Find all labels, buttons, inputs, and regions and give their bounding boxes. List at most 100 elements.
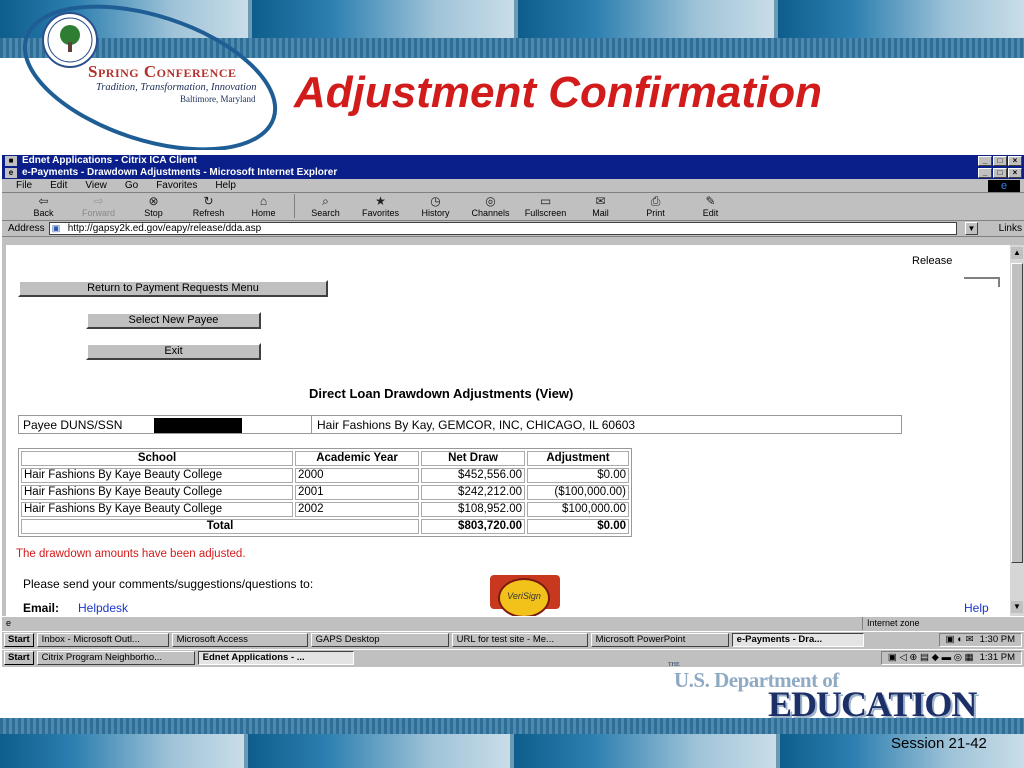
help-link[interactable]: Help	[964, 601, 989, 615]
back-button[interactable]: ⇦ Back	[16, 194, 71, 220]
refresh-icon: ↻	[203, 194, 214, 208]
status-page-icon: e	[6, 618, 12, 628]
tray-icons: ▣ ◁ ⊕ ▤ ◆ ▬ ◎ ▦	[887, 652, 974, 663]
adjustment-cell: $100,000.00	[527, 502, 629, 517]
table-row: Hair Fashions By Kaye Beauty College 200…	[21, 468, 629, 483]
close-button[interactable]: ×	[1008, 156, 1022, 166]
ie-throbber-icon: e	[988, 180, 1020, 192]
year-cell: 2000	[295, 468, 419, 483]
verisign-seal[interactable]: VeriSign	[490, 575, 560, 616]
edit-button[interactable]: ✎ Edit	[683, 194, 738, 220]
return-to-menu-button[interactable]: Return to Payment Requests Menu	[18, 280, 328, 297]
search-button[interactable]: ⌕ Search	[298, 194, 353, 220]
fullscreen-icon: ▭	[539, 194, 552, 208]
history-button[interactable]: ◷ History	[408, 194, 463, 220]
email-label: Email:	[23, 601, 60, 615]
links-button[interactable]: Links	[999, 223, 1022, 234]
citrix-app-icon: ■	[5, 156, 17, 166]
scroll-thumb[interactable]	[1011, 263, 1023, 563]
adjustment-cell: $0.00	[527, 468, 629, 483]
favorites-icon: ★	[375, 194, 386, 208]
menu-file[interactable]: File	[16, 180, 32, 191]
menu-bar: File Edit View Go Favorites Help e	[2, 179, 1024, 193]
security-zone: Internet zone	[862, 617, 1022, 630]
scroll-up-icon[interactable]: ▲	[1011, 247, 1023, 259]
print-icon: ⎙	[650, 194, 661, 208]
minimize-button[interactable]: _	[978, 156, 992, 166]
net-draw-cell: $452,556.00	[421, 468, 525, 483]
favorites-button[interactable]: ★ Favorites	[353, 194, 408, 220]
taskbar-item[interactable]: Inbox - Microsoft Outl...	[36, 633, 169, 647]
taskbar-item[interactable]: Microsoft PowerPoint	[590, 633, 729, 647]
stop-button[interactable]: ⊗ Stop	[126, 194, 181, 220]
select-new-payee-button[interactable]: Select New Payee	[86, 312, 261, 329]
payee-value: Hair Fashions By Kay, GEMCOR, INC, CHICA…	[317, 418, 636, 432]
menu-help[interactable]: Help	[215, 180, 236, 191]
address-label: Address	[8, 223, 45, 234]
address-dropdown-icon[interactable]: ▼	[965, 222, 978, 235]
forward-arrow-icon: ⇨	[93, 194, 104, 208]
fullscreen-button[interactable]: ▭ Fullscreen	[518, 194, 573, 220]
vertical-scrollbar[interactable]: ▲ ▼	[1010, 245, 1024, 616]
start-button[interactable]: Start	[4, 651, 34, 665]
school-cell: Hair Fashions By Kaye Beauty College	[21, 502, 293, 517]
maximize-button[interactable]: □	[993, 168, 1007, 178]
clock: 1:30 PM	[979, 634, 1015, 645]
release-frame	[964, 277, 1000, 287]
mail-button[interactable]: ✉ Mail	[573, 194, 628, 220]
clock: 1:31 PM	[979, 652, 1015, 663]
menu-go[interactable]: Go	[125, 180, 138, 191]
taskbar-item[interactable]: URL for test site - Me...	[451, 633, 588, 647]
taskbar-item[interactable]: GAPS Desktop	[310, 633, 449, 647]
search-icon: ⌕	[322, 194, 329, 208]
print-button[interactable]: ⎙ Print	[628, 194, 683, 220]
ie-window-controls: _ □ ×	[978, 168, 1022, 178]
verisign-seal-text: VeriSign	[498, 578, 550, 616]
bottom-banner	[0, 718, 1024, 768]
confirmation-message: The drawdown amounts have been adjusted.	[16, 548, 246, 560]
desktop-screenshot: ■ Ednet Applications - Citrix ICA Client…	[2, 155, 1024, 667]
payee-label: Payee DUNS/SSN	[23, 418, 123, 432]
system-tray: ▣ ◐ ✉ 1:30 PM	[938, 633, 1022, 647]
column-header: Adjustment	[527, 451, 629, 466]
comments-text: Please send your comments/suggestions/qu…	[23, 577, 314, 591]
taskbar-item-active[interactable]: Ednet Applications - ...	[197, 651, 354, 665]
citrix-title-bar: ■ Ednet Applications - Citrix ICA Client…	[2, 155, 1024, 167]
page-heading: Direct Loan Drawdown Adjustments (View)	[309, 386, 574, 401]
helpdesk-link[interactable]: Helpdesk	[78, 601, 128, 615]
menu-view[interactable]: View	[85, 180, 107, 191]
back-arrow-icon: ⇦	[38, 194, 49, 208]
table-total-row: Total $803,720.00 $0.00	[21, 519, 629, 534]
maximize-button[interactable]: □	[993, 156, 1007, 166]
net-draw-cell: $108,952.00	[421, 502, 525, 517]
release-label: Release	[912, 255, 953, 267]
forward-button[interactable]: ⇨ Forward	[71, 194, 126, 220]
menu-favorites[interactable]: Favorites	[156, 180, 197, 191]
close-button[interactable]: ×	[1008, 168, 1022, 178]
refresh-button[interactable]: ↻ Refresh	[181, 194, 236, 220]
scroll-down-icon[interactable]: ▼	[1011, 601, 1023, 613]
minimize-button[interactable]: _	[978, 168, 992, 178]
exit-button[interactable]: Exit	[86, 343, 261, 360]
table-header-row: School Academic Year Net Draw Adjustment	[21, 451, 629, 466]
conference-tagline: Tradition, Transformation, Innovation	[96, 82, 257, 93]
citrix-window-controls: _ □ ×	[978, 156, 1022, 166]
taskbar-item-active[interactable]: e-Payments - Dra...	[731, 633, 864, 647]
channels-button[interactable]: ◎ Channels	[463, 194, 518, 220]
slide-title: Adjustment Confirmation	[294, 68, 822, 117]
total-label: Total	[21, 519, 419, 534]
school-cell: Hair Fashions By Kaye Beauty College	[21, 468, 293, 483]
conference-name: Spring Conference	[88, 62, 237, 81]
citrix-window-title: Ednet Applications - Citrix ICA Client	[22, 155, 197, 166]
address-input[interactable]: ▣ http://gapsy2k.ed.gov/eapy/release/dda…	[48, 222, 957, 235]
drawdown-table: School Academic Year Net Draw Adjustment…	[18, 448, 632, 537]
year-cell: 2001	[295, 485, 419, 500]
taskbar-item[interactable]: Citrix Program Neighborho...	[36, 651, 195, 665]
home-button[interactable]: ⌂ Home	[236, 194, 291, 220]
total-adjustment: $0.00	[527, 519, 629, 534]
toolbar-divider	[294, 194, 295, 218]
net-draw-cell: $242,212.00	[421, 485, 525, 500]
taskbar-item[interactable]: Microsoft Access	[171, 633, 308, 647]
menu-edit[interactable]: Edit	[50, 180, 67, 191]
start-button[interactable]: Start	[4, 633, 34, 647]
